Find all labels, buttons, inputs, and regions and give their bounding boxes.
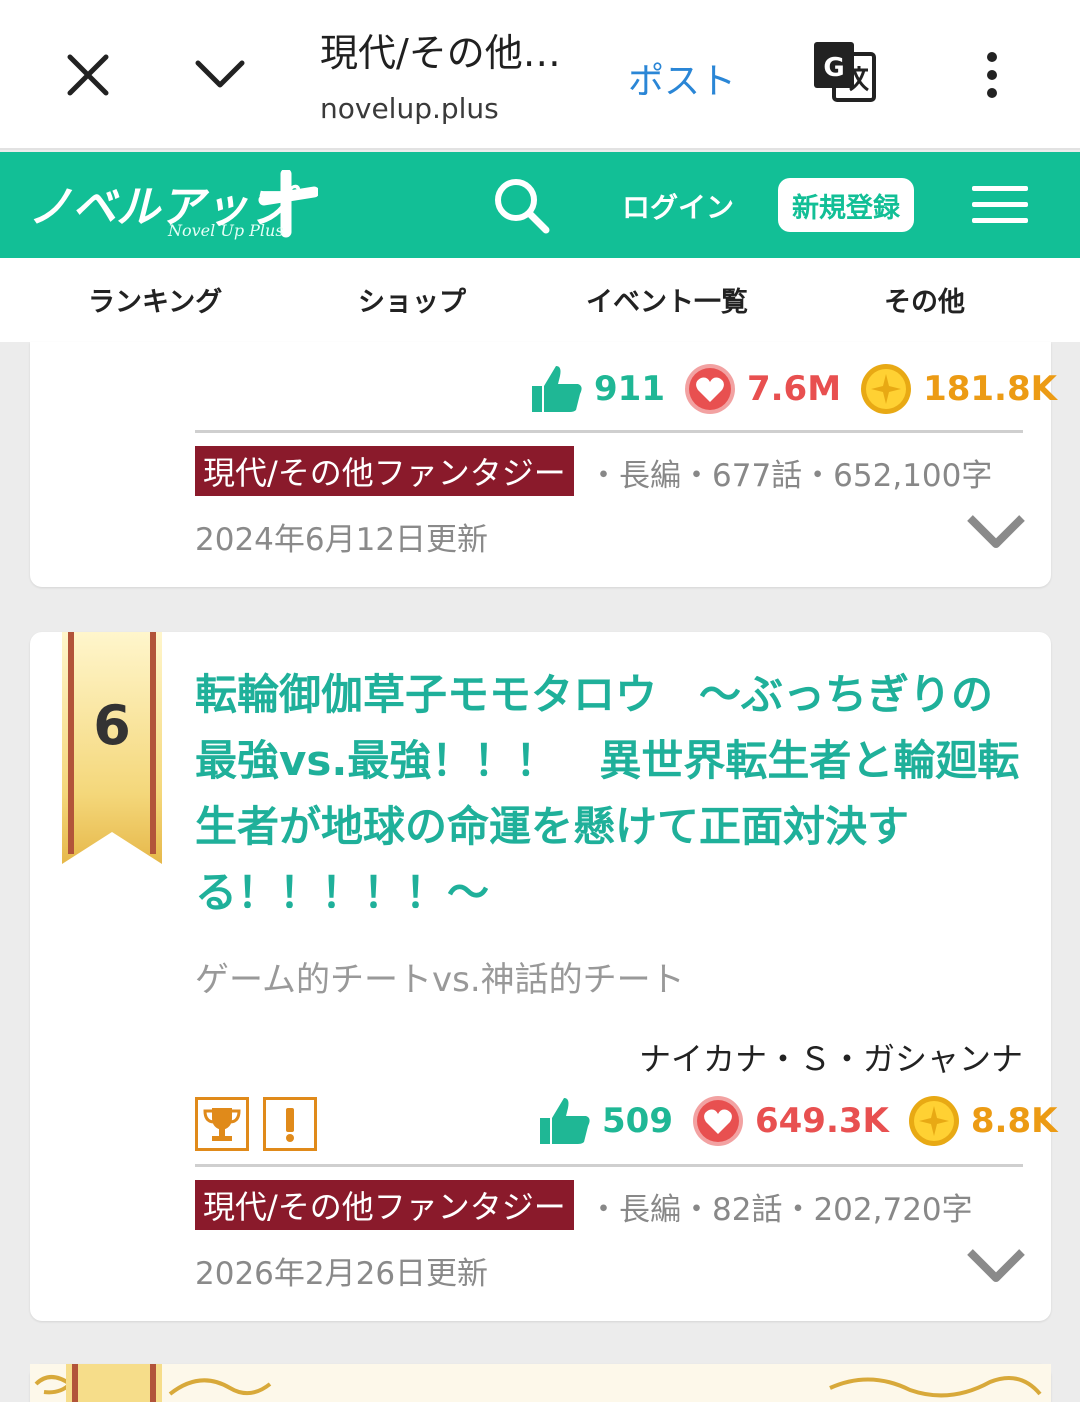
divider: [195, 1164, 1023, 1167]
catchphrase: ゲーム的チートvs.神話的チート: [195, 960, 685, 1000]
likes-count: 911: [594, 369, 665, 409]
exclamation-icon: [263, 1097, 317, 1151]
translate-icon[interactable]: G: [810, 38, 880, 108]
chevron-down-icon[interactable]: [190, 45, 250, 105]
thumbs-up-icon[interactable]: [538, 1094, 592, 1148]
chevron-down-icon[interactable]: [966, 512, 1026, 552]
nav-item-events[interactable]: イベント一覧: [586, 280, 748, 319]
nav-item-shop[interactable]: ショップ: [358, 280, 466, 319]
coins-count: 181.8K: [923, 369, 1057, 409]
nav-item-ranking[interactable]: ランキング: [88, 280, 222, 319]
heart-icon[interactable]: [683, 362, 737, 416]
novel-card: 6 転輪御伽草子モモタロウ ～ぶっちぎりの最強vs.最強！！！ 異世界転生者と輪…: [30, 632, 1057, 1321]
browser-toolbar: 現代/その他… novelup.plus ポスト G: [0, 0, 1080, 150]
work-meta: ・長編・82話・202,720字: [588, 1192, 973, 1228]
updated-date: 2026年2月26日更新: [195, 1256, 489, 1292]
author-link[interactable]: ナイカナ・Ｓ・ガシャンナ: [639, 1034, 1023, 1080]
novel-card: 911 7.6M 181.8K 現代/その他ファンタジー ・長編・677話・65…: [30, 342, 1057, 587]
coins-count: 8.8K: [970, 1101, 1058, 1141]
likes-count: 509: [602, 1101, 673, 1141]
close-icon[interactable]: [58, 45, 118, 105]
chevron-down-icon[interactable]: [966, 1246, 1026, 1286]
coin-icon[interactable]: [859, 362, 913, 416]
page-domain: novelup.plus: [320, 92, 499, 125]
heart-icon[interactable]: [691, 1094, 745, 1148]
page-title: 現代/その他…: [320, 31, 561, 75]
search-icon[interactable]: [490, 174, 554, 238]
work-meta: ・長編・677話・652,100字: [588, 458, 993, 494]
hearts-count: 7.6M: [746, 369, 842, 409]
more-vertical-icon[interactable]: [970, 45, 1014, 105]
stats-row: 911 7.6M 181.8K: [530, 362, 1075, 416]
register-button[interactable]: 新規登録: [778, 178, 914, 232]
stats-row: 509 649.3K 8.8K: [538, 1094, 1075, 1148]
nav-item-other[interactable]: その他: [884, 280, 965, 319]
site-logo[interactable]: ノベルアップ Novel Up Plus: [28, 168, 320, 242]
svg-text:G: G: [823, 53, 844, 83]
rank-number: 6: [93, 694, 131, 757]
genre-tag[interactable]: 現代/その他ファンタジー: [195, 446, 574, 496]
ornament-decoration: [30, 1364, 1051, 1402]
divider: [195, 430, 1023, 433]
svg-text:Novel Up Plus: Novel Up Plus: [167, 221, 284, 240]
coin-icon[interactable]: [907, 1094, 961, 1148]
login-link[interactable]: ログイン: [622, 186, 734, 226]
hamburger-menu-icon[interactable]: [972, 186, 1028, 224]
thumbs-up-icon[interactable]: [530, 362, 584, 416]
genre-tag[interactable]: 現代/その他ファンタジー: [195, 1180, 574, 1230]
novel-card: [30, 1364, 1051, 1402]
hearts-count: 649.3K: [754, 1101, 889, 1141]
trophy-icon: [195, 1097, 249, 1151]
novel-title-link[interactable]: 転輪御伽草子モモタロウ ～ぶっちぎりの最強vs.最強！！！ 異世界転生者と輪廻転…: [195, 662, 1025, 926]
updated-date: 2024年6月12日更新: [195, 522, 489, 558]
post-button[interactable]: ポスト: [628, 52, 736, 104]
main-nav: ランキング ショップ イベント一覧 その他: [0, 258, 1080, 342]
